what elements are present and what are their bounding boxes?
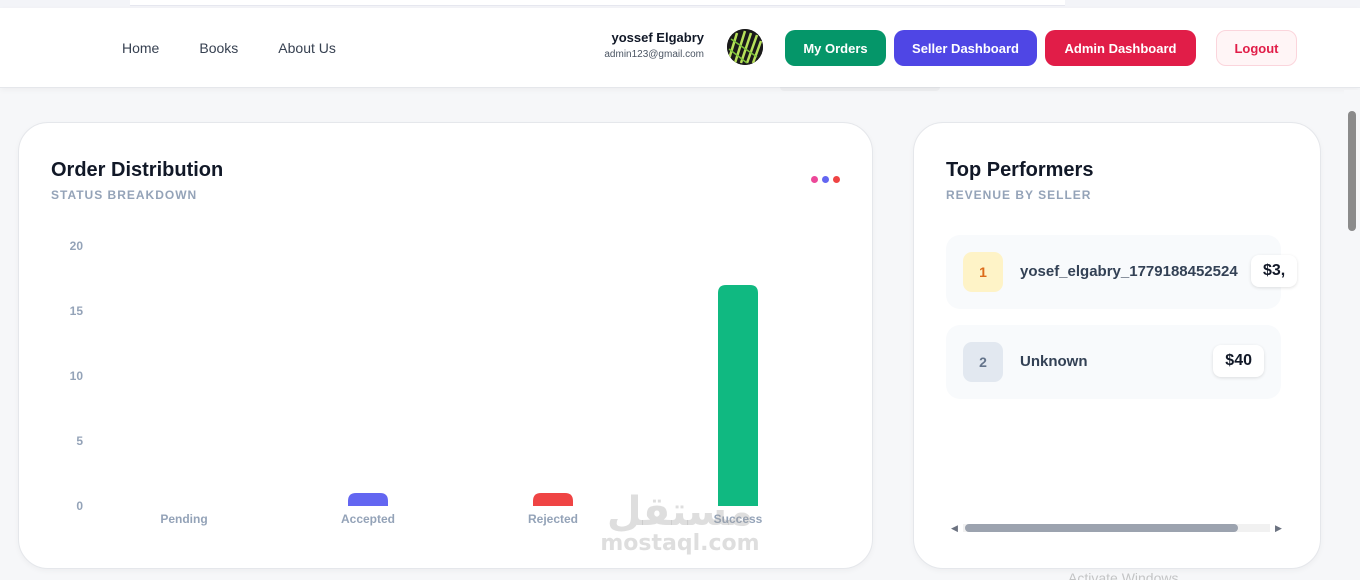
scroll-right-icon[interactable]: ▶	[1275, 521, 1282, 535]
page-scrollbar-thumb[interactable]	[1348, 111, 1356, 231]
avatar-image	[727, 29, 763, 65]
top-banner	[130, 0, 1065, 6]
top-performers-subtitle: REVENUE BY SELLER	[946, 188, 1092, 202]
user-email: admin123@gmail.com	[604, 49, 704, 60]
bar-rejected[interactable]	[533, 493, 573, 506]
dropdown-shadow	[780, 87, 940, 91]
performer-name: yosef_elgabry_1779188452524	[1020, 263, 1238, 280]
performer-revenue: $40	[1213, 345, 1264, 377]
performer-revenue: $3,	[1251, 255, 1298, 287]
performer-rank: 1	[963, 252, 1003, 292]
y-tick-label: 15	[70, 304, 84, 318]
browser-top-strip	[0, 0, 1360, 8]
nav-link-about-us[interactable]: About Us	[278, 40, 336, 56]
seller-dashboard-button[interactable]: Seller Dashboard	[894, 30, 1037, 66]
nav-links: Home Books About Us	[122, 8, 336, 88]
user-info: yossef Elgabry admin123@gmail.com	[604, 30, 704, 60]
performer-name: Unknown	[1020, 353, 1088, 370]
page-scrollbar[interactable]	[1344, 90, 1360, 580]
y-tick-label: 10	[70, 369, 84, 383]
horizontal-scrollbar[interactable]: ◀ ▶	[949, 521, 1284, 535]
logout-button[interactable]: Logout	[1216, 30, 1297, 66]
nav-link-books[interactable]: Books	[199, 40, 238, 56]
top-performers-card: Top Performers REVENUE BY SELLER 1 yosef…	[913, 122, 1321, 569]
performer-rank: 2	[963, 342, 1003, 382]
y-tick-label: 5	[76, 434, 83, 448]
performer-row[interactable]: 2 Unknown $40	[946, 325, 1281, 399]
top-performers-title: Top Performers	[946, 159, 1094, 181]
bar-success[interactable]	[718, 285, 758, 506]
admin-dashboard-button[interactable]: Admin Dashboard	[1045, 30, 1196, 66]
bar-accepted[interactable]	[348, 493, 388, 506]
performer-row[interactable]: 1 yosef_elgabry_1779188452524 $3,	[946, 235, 1298, 309]
x-tick-label: Rejected	[528, 512, 578, 526]
user-name: yossef Elgabry	[611, 30, 705, 45]
my-orders-button[interactable]: My Orders	[785, 30, 886, 66]
scroll-left-icon[interactable]: ◀	[951, 521, 958, 535]
nav-link-home[interactable]: Home	[122, 40, 159, 56]
order-distribution-card: Order Distribution STATUS BREAKDOWN 0 5 10…	[18, 122, 873, 569]
order-distribution-chart: 0 5 10 15 20 Pending Accepted Rejected Success	[70, 239, 763, 526]
x-tick-label: Pending	[160, 512, 207, 526]
navbar: Home Books About Us yossef Elgabry admin…	[0, 8, 1360, 88]
avatar[interactable]	[727, 29, 763, 65]
y-tick-label: 20	[70, 239, 84, 253]
x-tick-label: Accepted	[341, 512, 395, 526]
activate-windows-overlay: Activate Windows	[1068, 570, 1179, 580]
scrollbar-thumb[interactable]	[965, 524, 1238, 532]
x-tick-label: Success	[714, 512, 763, 526]
y-tick-label: 0	[76, 499, 83, 513]
